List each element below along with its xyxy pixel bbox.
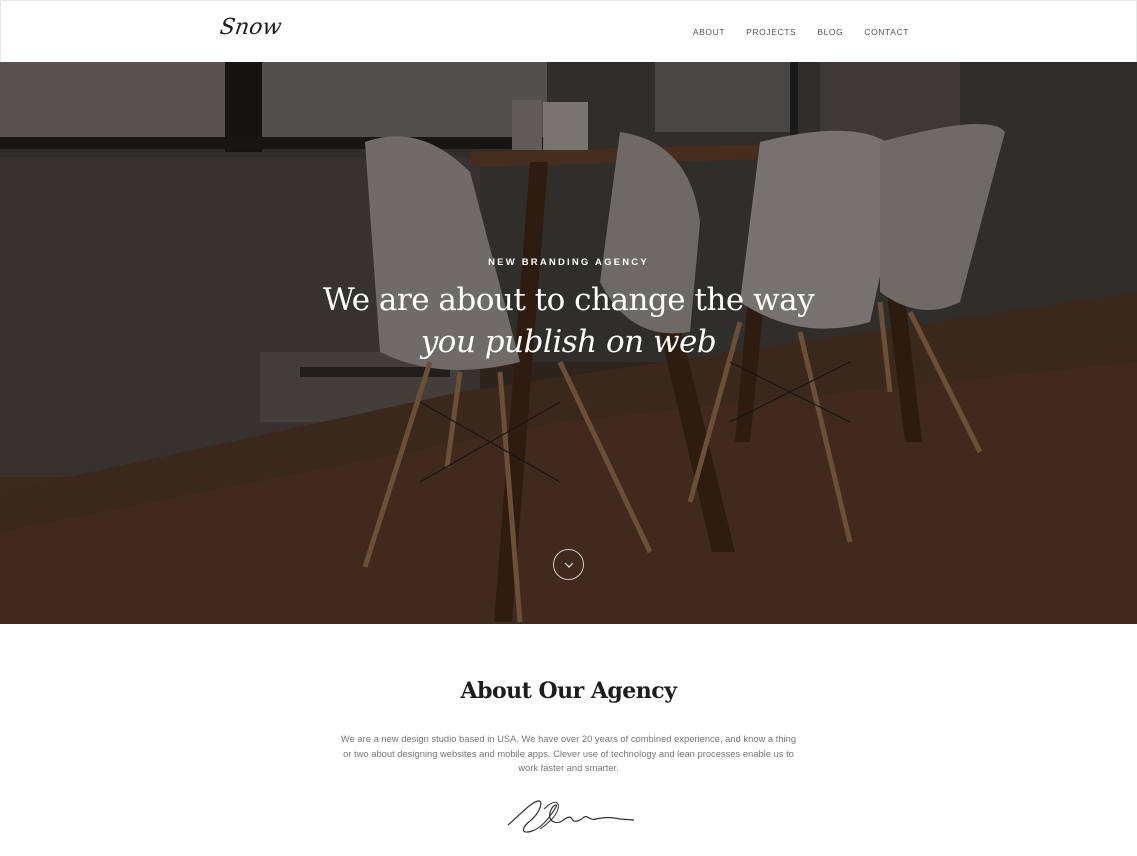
site-logo[interactable]: Snow — [218, 15, 283, 40]
chevron-down-icon — [564, 556, 574, 574]
nav-link-projects[interactable]: PROJECTS — [746, 27, 796, 37]
signature-image — [507, 800, 635, 833]
hero-section: NEW BRANDING AGENCY We are about to chan… — [0, 62, 1137, 624]
nav-link-blog[interactable]: BLOG — [817, 27, 843, 37]
main-nav: ABOUT PROJECTS BLOG CONTACT — [693, 27, 909, 37]
about-title: About Our Agency — [460, 678, 677, 704]
hero-headline-line1: We are about to change the way — [322, 282, 815, 318]
hero-headline-line2: you publish on web — [420, 324, 717, 360]
about-description: We are a new design studio based in USA.… — [340, 733, 797, 773]
nav-link-about[interactable]: ABOUT — [693, 27, 725, 37]
nav-link-contact[interactable]: CONTACT — [864, 27, 909, 37]
hero-eyebrow: NEW BRANDING AGENCY — [488, 257, 649, 268]
site-header: Snow ABOUT PROJECTS BLOG CONTACT — [0, 0, 1137, 62]
scroll-down-button[interactable] — [553, 549, 584, 580]
